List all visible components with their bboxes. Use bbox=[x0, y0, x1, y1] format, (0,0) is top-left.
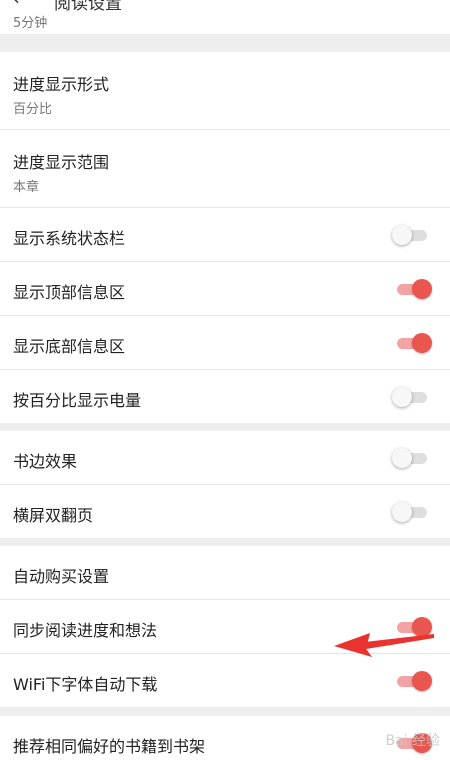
settings-group-sync: 自动购买设置 同步阅读进度和想法 WiFi下字体自动下载 bbox=[0, 546, 450, 707]
setting-value: 本章 bbox=[13, 180, 40, 195]
previous-row-value: 5分钟 bbox=[13, 16, 48, 31]
setting-wifi-font-download: WiFi下字体自动下载 bbox=[0, 654, 450, 707]
setting-label: 按百分比显示电量 bbox=[13, 391, 142, 410]
setting-show-status-bar: 显示系统状态栏 bbox=[0, 208, 450, 262]
setting-sync-progress: 同步阅读进度和想法 bbox=[0, 600, 450, 654]
setting-label: 进度显示范围 bbox=[13, 153, 110, 172]
setting-label: 显示系统状态栏 bbox=[13, 229, 126, 248]
setting-label: 横屏双翻页 bbox=[13, 506, 94, 525]
setting-label: 推荐相同偏好的书籍到书架 bbox=[13, 737, 206, 756]
setting-progress-format[interactable]: 进度显示形式 百分比 bbox=[0, 52, 450, 130]
toggle-switch-off[interactable] bbox=[392, 387, 432, 407]
setting-progress-range[interactable]: 进度显示范围 本章 bbox=[0, 130, 450, 208]
setting-auto-purchase[interactable]: 自动购买设置 bbox=[0, 546, 450, 600]
setting-battery-percent: 按百分比显示电量 bbox=[0, 370, 450, 423]
setting-label: 书边效果 bbox=[13, 452, 78, 471]
setting-landscape-double-page: 横屏双翻页 bbox=[0, 485, 450, 538]
setting-label: 进度显示形式 bbox=[13, 75, 110, 94]
toggle-switch-off[interactable] bbox=[392, 225, 432, 245]
toggle-switch-on[interactable] bbox=[392, 333, 432, 353]
settings-group-recommend: 推荐相同偏好的书籍到书架 bbox=[0, 716, 450, 760]
setting-label: 同步阅读进度和想法 bbox=[13, 621, 158, 640]
toggle-switch-off[interactable] bbox=[392, 502, 432, 522]
setting-label: 显示顶部信息区 bbox=[13, 283, 126, 302]
toggle-switch-on[interactable] bbox=[392, 617, 432, 637]
setting-show-bottom-info: 显示底部信息区 bbox=[0, 316, 450, 370]
settings-group-display: 进度显示形式 百分比 进度显示范围 本章 显示系统状态栏 显示顶部信息区 显示底… bbox=[0, 52, 450, 423]
page-title: 阅读设置 bbox=[54, 0, 122, 14]
setting-book-edge: 书边效果 bbox=[0, 431, 450, 485]
settings-group-page: 书边效果 横屏双翻页 bbox=[0, 431, 450, 538]
setting-show-top-info: 显示顶部信息区 bbox=[0, 262, 450, 316]
toggle-switch-off[interactable] bbox=[392, 448, 432, 468]
setting-label: 显示底部信息区 bbox=[13, 337, 126, 356]
top-app-bar: ‹ 阅读设置 5分钟 bbox=[0, 0, 450, 34]
toggle-switch-on[interactable] bbox=[392, 671, 432, 691]
setting-label: WiFi下字体自动下载 bbox=[13, 675, 158, 694]
setting-value: 百分比 bbox=[13, 102, 53, 117]
setting-recommend-books: 推荐相同偏好的书籍到书架 bbox=[0, 716, 450, 760]
watermark: Bai 经验 bbox=[385, 733, 440, 749]
setting-label: 自动购买设置 bbox=[13, 567, 110, 586]
back-arrow-icon[interactable]: ‹ bbox=[12, 0, 20, 10]
toggle-switch-on[interactable] bbox=[392, 279, 432, 299]
